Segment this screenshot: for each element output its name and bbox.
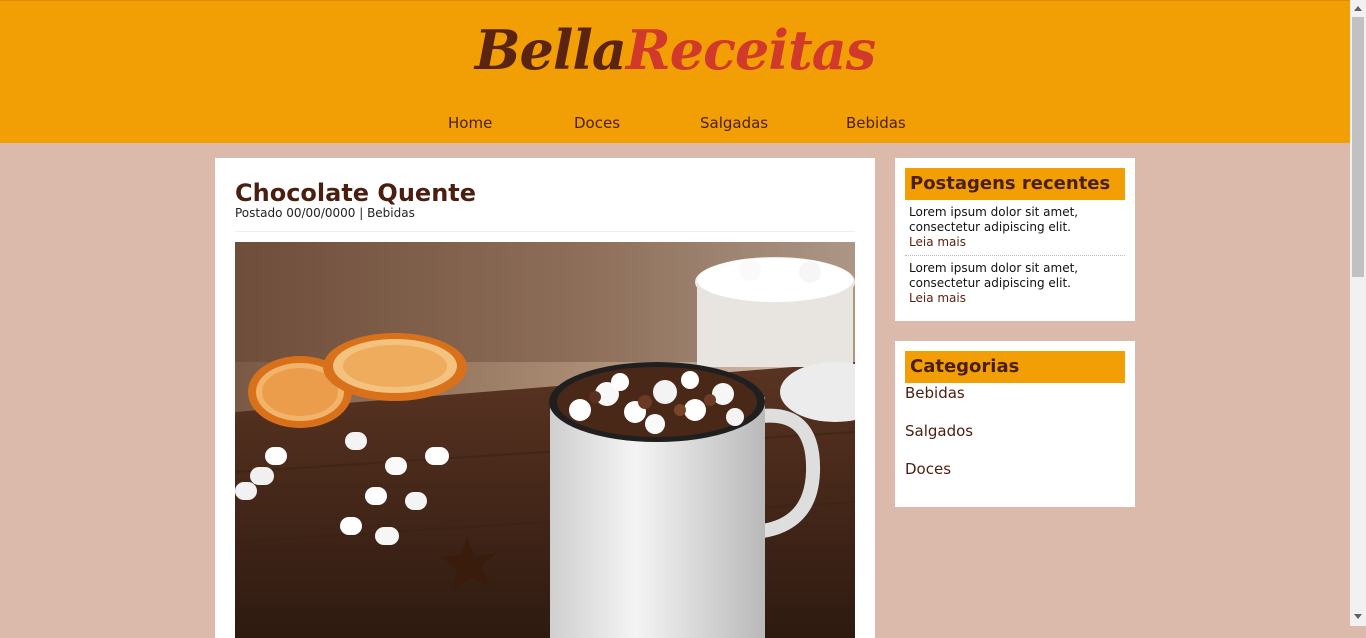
nav-doces[interactable]: Doces (574, 114, 620, 132)
site-header: BellaReceitas Home Doces Salgadas Bebida… (0, 0, 1350, 143)
read-more-link[interactable]: Leia mais (909, 291, 1125, 306)
nav-home[interactable]: Home (448, 114, 492, 132)
scroll-thumb[interactable] (1352, 17, 1364, 277)
category-bebidas[interactable]: Bebidas (905, 384, 965, 402)
categories-box: Categorias Bebidas Salgados Doces (895, 341, 1135, 507)
recent-post-text: Lorem ipsum dolor sit amet, consectetur … (909, 261, 1079, 290)
recent-posts-box: Postagens recentes Lorem ipsum dolor sit… (895, 158, 1135, 321)
main-nav: Home Doces Salgadas Bebidas (0, 114, 1350, 136)
recent-post-item: Lorem ipsum dolor sit amet, consectetur … (909, 261, 1125, 306)
category-doces[interactable]: Doces (905, 460, 951, 478)
site-logo[interactable]: BellaReceitas (0, 15, 1350, 85)
recent-post-text: Lorem ipsum dolor sit amet, consectetur … (909, 205, 1079, 234)
vertical-scrollbar[interactable] (1350, 0, 1366, 626)
scroll-up-arrow-icon[interactable] (1354, 6, 1362, 11)
post-image (235, 242, 855, 638)
read-more-link[interactable]: Leia mais (909, 235, 1125, 250)
recent-posts-title: Postagens recentes (905, 168, 1125, 200)
scroll-down-arrow-icon[interactable] (1354, 614, 1362, 619)
category-salgados[interactable]: Salgados (905, 422, 973, 440)
nav-bebidas[interactable]: Bebidas (846, 114, 906, 132)
recent-post-item: Lorem ipsum dolor sit amet, consectetur … (909, 205, 1125, 250)
post-divider (235, 231, 855, 232)
categories-title: Categorias (905, 351, 1125, 383)
hot-chocolate-photo (235, 242, 855, 638)
post-card: Chocolate Quente Postado 00/00/0000 | Be… (215, 158, 875, 638)
nav-salgadas[interactable]: Salgadas (700, 114, 768, 132)
logo-bella: Bella (474, 18, 627, 82)
post-meta: Postado 00/00/0000 | Bebidas (235, 206, 415, 220)
recent-divider (905, 255, 1125, 256)
logo-receitas: Receitas (625, 18, 876, 82)
post-title: Chocolate Quente (235, 179, 477, 207)
